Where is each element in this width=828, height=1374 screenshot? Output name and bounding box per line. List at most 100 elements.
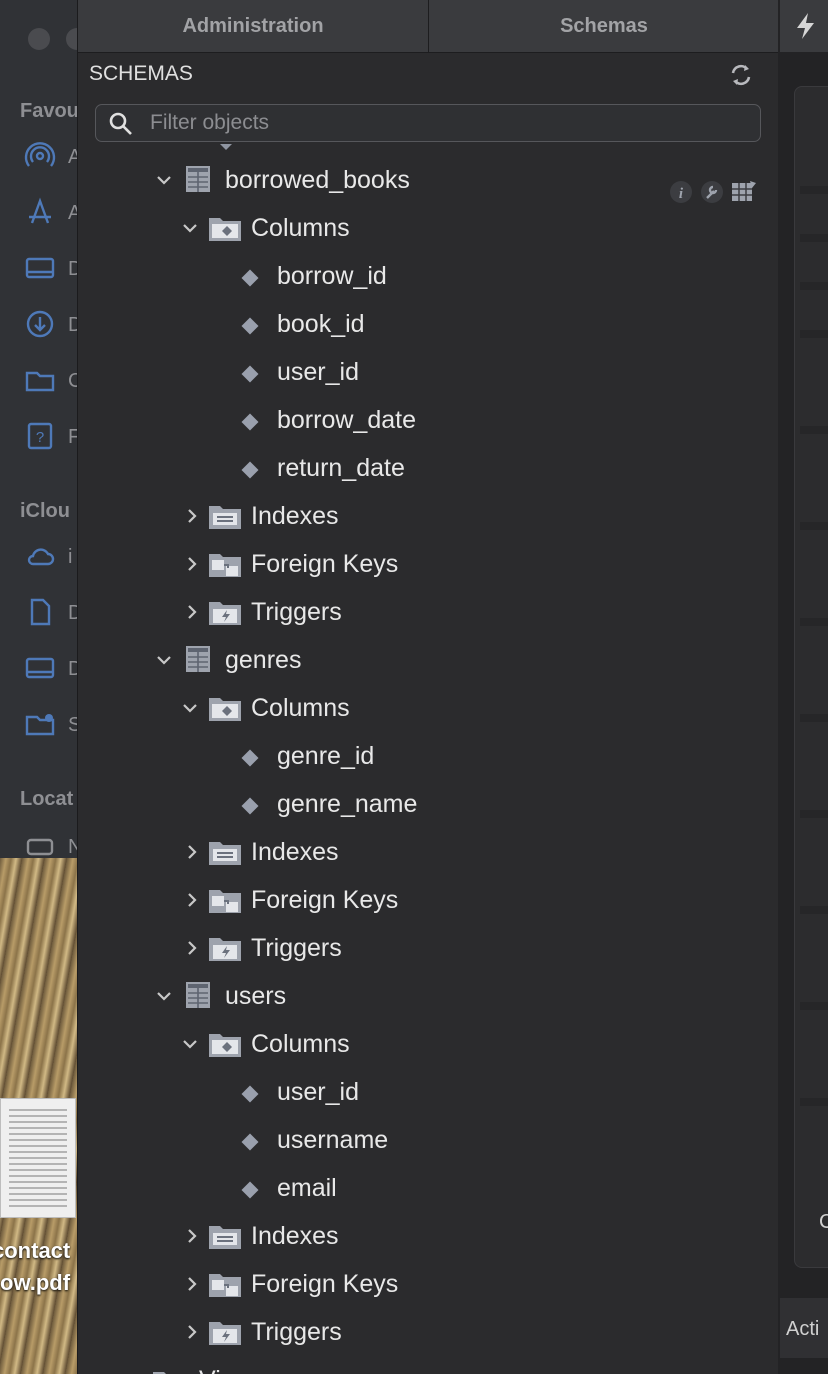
column-diamond-icon	[241, 1085, 259, 1103]
tab-administration[interactable]: Administration	[78, 0, 428, 52]
chevron-right-icon[interactable]	[182, 554, 202, 574]
chevron-down-icon[interactable]	[180, 1034, 200, 1054]
column-name: borrow_id	[277, 262, 387, 290]
tree-row-column[interactable]: book_id	[78, 300, 779, 348]
folder-label: Foreign Keys	[251, 1270, 399, 1298]
tree-row-column[interactable]: borrow_id	[78, 252, 779, 300]
folder-label: Indexes	[251, 502, 339, 530]
column-name: genre_id	[277, 742, 375, 770]
column-name: borrow_date	[277, 406, 416, 434]
tree-row-column[interactable]: genre_name	[78, 780, 779, 828]
desktop-pdf-thumbnail[interactable]	[0, 1098, 76, 1218]
icloud-icon[interactable]	[24, 540, 56, 572]
filter-objects-box[interactable]	[95, 104, 761, 142]
airdrop-icon[interactable]	[24, 140, 56, 172]
foreign-keys-icon	[209, 890, 241, 913]
finder-section-locations: Locat	[20, 788, 74, 810]
column-name: username	[277, 1126, 389, 1154]
help-icon[interactable]: ?	[24, 420, 56, 452]
tree-row-columns-folder[interactable]: Columns	[78, 204, 779, 252]
chevron-down-icon[interactable]	[180, 218, 200, 238]
row-actions: i	[670, 181, 756, 203]
tree-row-column[interactable]: user_id	[78, 1068, 779, 1116]
tree-row-column[interactable]: borrow_date	[78, 396, 779, 444]
close-window-dot[interactable]	[28, 28, 50, 50]
applications-icon[interactable]	[24, 196, 56, 228]
table-name: genres	[225, 646, 302, 674]
folder-label: Triggers	[251, 1318, 342, 1346]
downloads-icon[interactable]	[24, 308, 56, 340]
folder-label: Columns	[251, 1030, 350, 1058]
tree-row-column[interactable]: return_date	[78, 444, 779, 492]
tree-row-foreign-keys[interactable]: Foreign Keys	[78, 876, 779, 924]
wrench-icon[interactable]	[701, 181, 723, 203]
right-editor-pane: C Acti	[778, 0, 828, 1374]
chevron-down-icon[interactable]	[154, 170, 174, 190]
tree-row-columns-folder[interactable]: Columns	[78, 1020, 779, 1068]
tree-row-table[interactable]: borrowed_books i	[78, 156, 779, 204]
finder-sidebar-window: Favou A A D D C ? F iClou i D D S Locat …	[0, 0, 88, 858]
column-diamond-icon	[241, 269, 259, 287]
right-toolbar	[780, 0, 828, 52]
schema-tree[interactable]: borrowed_books i Columns borrow_id book_…	[78, 144, 779, 1374]
tree-row-triggers[interactable]: Triggers	[78, 1308, 779, 1356]
chevron-right-icon[interactable]	[182, 1274, 202, 1294]
indexes-icon	[209, 506, 241, 529]
triggers-icon	[209, 602, 241, 625]
tree-row-column[interactable]: email	[78, 1164, 779, 1212]
foreign-keys-icon	[209, 554, 241, 577]
tree-row-table[interactable]: users	[78, 972, 779, 1020]
tree-row-indexes[interactable]: Indexes	[78, 1212, 779, 1260]
chevron-right-icon[interactable]	[182, 842, 202, 862]
tree-row-views[interactable]: Views	[78, 1356, 779, 1374]
chevron-right-icon[interactable]	[182, 1322, 202, 1342]
tree-row-foreign-keys[interactable]: Foreign Keys	[78, 540, 779, 588]
tree-row-indexes[interactable]: Indexes	[78, 828, 779, 876]
finder-item-label: i	[68, 546, 73, 568]
column-name: user_id	[277, 358, 359, 386]
tree-row-columns-folder[interactable]: Columns	[78, 684, 779, 732]
views-folder-icon	[153, 1372, 166, 1374]
info-icon[interactable]: i	[670, 181, 692, 203]
filter-objects-input[interactable]	[148, 107, 732, 139]
chevron-right-icon[interactable]	[182, 1226, 202, 1246]
column-diamond-icon	[220, 144, 232, 150]
column-name: user_id	[277, 1078, 359, 1106]
chevron-down-icon[interactable]	[154, 650, 174, 670]
chevron-right-icon[interactable]	[182, 938, 202, 958]
chevron-down-icon[interactable]	[180, 698, 200, 718]
tree-row-triggers[interactable]: Triggers	[78, 924, 779, 972]
column-diamond-icon	[241, 1133, 259, 1151]
chevron-right-icon[interactable]	[182, 506, 202, 526]
lightning-bolt-icon[interactable]	[794, 12, 818, 40]
tree-row-indexes[interactable]: Indexes	[78, 492, 779, 540]
triggers-icon	[209, 938, 241, 961]
folder-icon[interactable]	[24, 364, 56, 396]
action-output-header: Acti	[780, 1298, 828, 1358]
refresh-icon[interactable]	[728, 62, 754, 88]
triggers-icon	[209, 1322, 241, 1345]
shared-folder-icon[interactable]	[24, 708, 56, 740]
navigator-tabs: Administration Schemas	[78, 0, 779, 53]
folder-label: Columns	[251, 214, 350, 242]
action-output-label: Acti	[786, 1318, 820, 1340]
folder-label: Foreign Keys	[251, 550, 399, 578]
tree-row-column[interactable]: user_id	[78, 348, 779, 396]
tree-row-foreign-keys[interactable]: Foreign Keys	[78, 1260, 779, 1308]
column-name: email	[277, 1174, 337, 1202]
tree-row-column[interactable]: username	[78, 1116, 779, 1164]
desktop-icon[interactable]	[24, 252, 56, 284]
table-icon	[186, 166, 210, 192]
columns-folder-icon	[209, 698, 241, 721]
tree-row-triggers[interactable]: Triggers	[78, 588, 779, 636]
document-icon[interactable]	[24, 596, 56, 628]
desktop-icon[interactable]	[24, 652, 56, 684]
tree-row-table[interactable]: genres	[78, 636, 779, 684]
chevron-right-icon[interactable]	[182, 602, 202, 622]
chevron-right-icon[interactable]	[182, 890, 202, 910]
tab-schemas[interactable]: Schemas	[428, 0, 779, 52]
table-name: users	[225, 982, 287, 1010]
chevron-down-icon[interactable]	[154, 986, 174, 1006]
table-data-icon[interactable]	[732, 181, 756, 201]
tree-row-column[interactable]: genre_id	[78, 732, 779, 780]
